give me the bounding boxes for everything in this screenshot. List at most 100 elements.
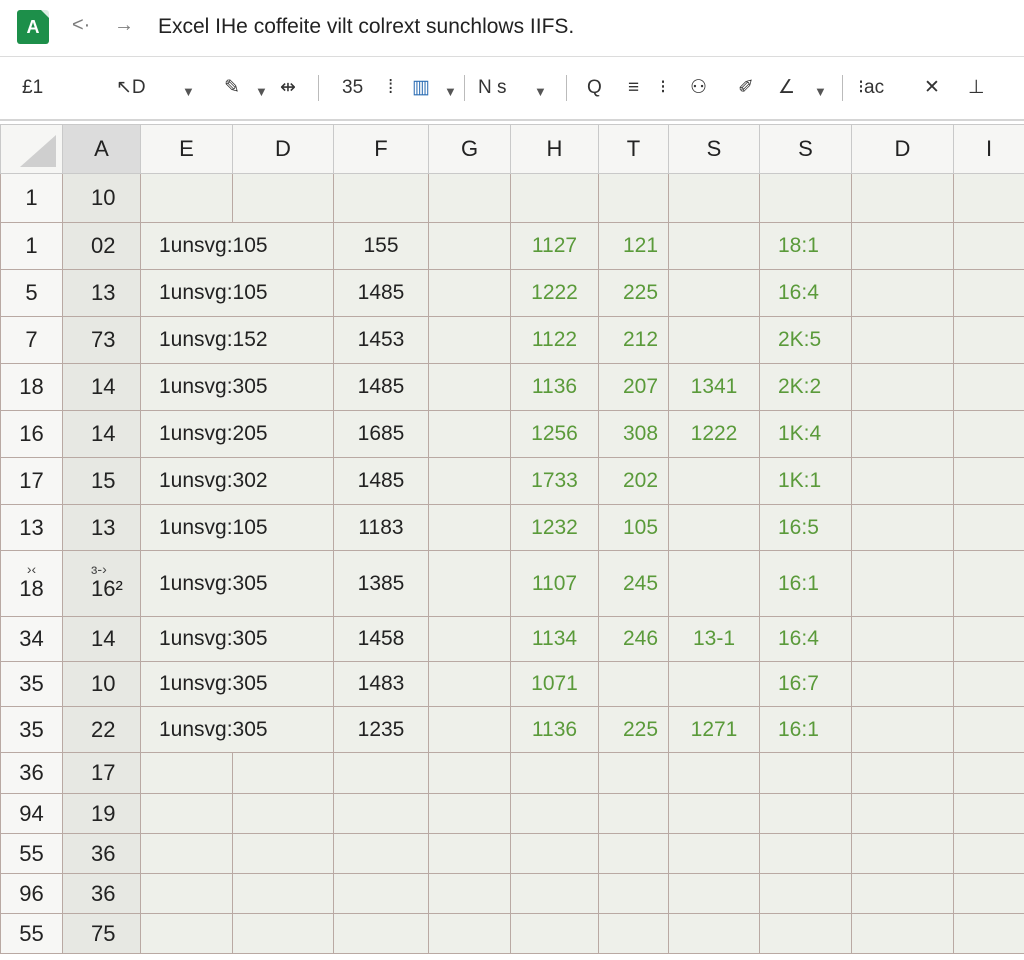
cell-col-s[interactable] <box>668 833 760 874</box>
cell-col-d2[interactable] <box>851 616 954 662</box>
cell-col-e[interactable]: 1unsvg:305 <box>140 363 334 411</box>
cell-col-e[interactable] <box>140 752 233 794</box>
cell-col-t[interactable]: 245 <box>598 550 669 617</box>
cell-col-h[interactable]: 1256 <box>510 410 599 458</box>
number-format-dropdown-icon[interactable]: ▼ <box>534 81 547 103</box>
cell-col-a[interactable]: 19 <box>62 793 141 834</box>
cell-col-s2[interactable]: 1K:1 <box>759 457 852 505</box>
cell-col-s[interactable] <box>668 913 760 954</box>
cell-col-s2[interactable]: 16:1 <box>759 550 852 617</box>
cell-col-f[interactable] <box>333 173 429 223</box>
cell-col-d[interactable] <box>232 173 334 223</box>
row-header[interactable]: 36 <box>0 752 63 794</box>
cell-col-h[interactable] <box>510 173 599 223</box>
column-header[interactable]: G <box>428 124 511 174</box>
row-header[interactable]: 55 <box>0 833 63 874</box>
clear-icon[interactable]: ✕ <box>924 77 940 99</box>
cell-col-h[interactable] <box>510 873 599 914</box>
cell-col-i[interactable] <box>953 457 1024 505</box>
cell-col-i[interactable] <box>953 269 1024 317</box>
cell-col-g[interactable] <box>428 504 511 551</box>
row-header[interactable]: 96 <box>0 873 63 914</box>
cell-col-e[interactable] <box>140 833 233 874</box>
excel-logo-icon[interactable]: A <box>17 10 49 44</box>
cell-col-t[interactable]: 212 <box>598 316 669 364</box>
cell-col-t[interactable]: 225 <box>598 269 669 317</box>
cell-col-s[interactable] <box>668 316 760 364</box>
cell-col-h[interactable]: 1122 <box>510 316 599 364</box>
cell-col-h[interactable]: 1134 <box>510 616 599 662</box>
cell-col-e[interactable]: 1unsvg:305 <box>140 616 334 662</box>
column-header[interactable]: I <box>953 124 1024 174</box>
cell-col-g[interactable] <box>428 363 511 411</box>
cell-col-d2[interactable] <box>851 661 954 707</box>
cell-col-d2[interactable] <box>851 363 954 411</box>
cell-col-t[interactable]: 202 <box>598 457 669 505</box>
fill-down-icon[interactable]: ⊥ <box>968 77 985 99</box>
cell-col-h[interactable]: 1136 <box>510 706 599 753</box>
cell-col-g[interactable] <box>428 833 511 874</box>
cell-col-a[interactable]: 36 <box>62 833 141 874</box>
search-icon[interactable]: Q <box>587 77 602 99</box>
cell-col-s[interactable]: 1341 <box>668 363 760 411</box>
cell-col-a[interactable]: 13 <box>62 504 141 551</box>
cell-col-g[interactable] <box>428 793 511 834</box>
cell-col-s2[interactable]: 16:4 <box>759 269 852 317</box>
cell-col-g[interactable] <box>428 457 511 505</box>
cell-col-f[interactable]: 1485 <box>333 363 429 411</box>
cell-col-a[interactable]: 17 <box>62 752 141 794</box>
cell-col-g[interactable] <box>428 316 511 364</box>
column-header[interactable]: T <box>598 124 669 174</box>
cell-col-s2[interactable]: 16:4 <box>759 616 852 662</box>
cell-col-f[interactable] <box>333 793 429 834</box>
cell-col-g[interactable] <box>428 410 511 458</box>
cell-col-t[interactable]: 308 <box>598 410 669 458</box>
cell-col-g[interactable] <box>428 616 511 662</box>
cell-col-s2[interactable] <box>759 793 852 834</box>
cell-col-s2[interactable]: 18:1 <box>759 222 852 270</box>
cell-col-d2[interactable] <box>851 316 954 364</box>
cell-col-e[interactable]: 1unsvg:205 <box>140 410 334 458</box>
cell-col-f[interactable]: 1385 <box>333 550 429 617</box>
cell-col-a[interactable]: 36 <box>62 873 141 914</box>
pen-dropdown-icon[interactable]: ▼ <box>255 81 268 103</box>
cell-col-s[interactable] <box>668 752 760 794</box>
cell-col-h[interactable]: 1107 <box>510 550 599 617</box>
cell-col-i[interactable] <box>953 316 1024 364</box>
cell-col-d2[interactable] <box>851 833 954 874</box>
cell-col-e[interactable]: 1unsvg:105 <box>140 222 334 270</box>
cell-col-g[interactable] <box>428 222 511 270</box>
cell-col-s[interactable] <box>668 504 760 551</box>
cell-col-t[interactable]: 246 <box>598 616 669 662</box>
cell-col-g[interactable] <box>428 873 511 914</box>
cell-col-g[interactable] <box>428 706 511 753</box>
cell-col-t[interactable] <box>598 173 669 223</box>
cell-col-e[interactable]: 1unsvg:105 <box>140 269 334 317</box>
number-format[interactable]: N s <box>478 77 507 99</box>
cell-col-i[interactable] <box>953 222 1024 270</box>
cell-col-f[interactable]: 1453 <box>333 316 429 364</box>
column-header[interactable]: S <box>668 124 760 174</box>
cell-col-t[interactable] <box>598 752 669 794</box>
select-all-corner[interactable] <box>0 124 63 174</box>
cell-col-e[interactable]: 1unsvg:105 <box>140 504 334 551</box>
cell-col-f[interactable]: 1485 <box>333 457 429 505</box>
cell-col-s[interactable]: 1271 <box>668 706 760 753</box>
row-header[interactable]: 1 <box>0 222 63 270</box>
cell-col-e[interactable] <box>140 793 233 834</box>
cell-col-i[interactable] <box>953 752 1024 794</box>
cell-col-a[interactable]: 14 <box>62 410 141 458</box>
cell-col-f[interactable]: 1183 <box>333 504 429 551</box>
cell-col-f[interactable]: 1485 <box>333 269 429 317</box>
cell-col-e[interactable] <box>140 873 233 914</box>
cell-col-t[interactable]: 121 <box>598 222 669 270</box>
back-icon[interactable]: <· <box>72 14 90 37</box>
cell-col-e[interactable] <box>140 173 233 223</box>
cell-col-t[interactable] <box>598 833 669 874</box>
spreadsheet-grid[interactable]: AEDFGHTSSDI 1 10 1 02 1unsvg:105 155 1127 121 18… <box>0 124 1024 954</box>
cell-col-g[interactable] <box>428 661 511 707</box>
cell-col-s[interactable]: 13-1 <box>668 616 760 662</box>
row-header[interactable]: 35 <box>0 706 63 753</box>
cell-col-d[interactable] <box>232 793 334 834</box>
cell-col-t[interactable]: 105 <box>598 504 669 551</box>
